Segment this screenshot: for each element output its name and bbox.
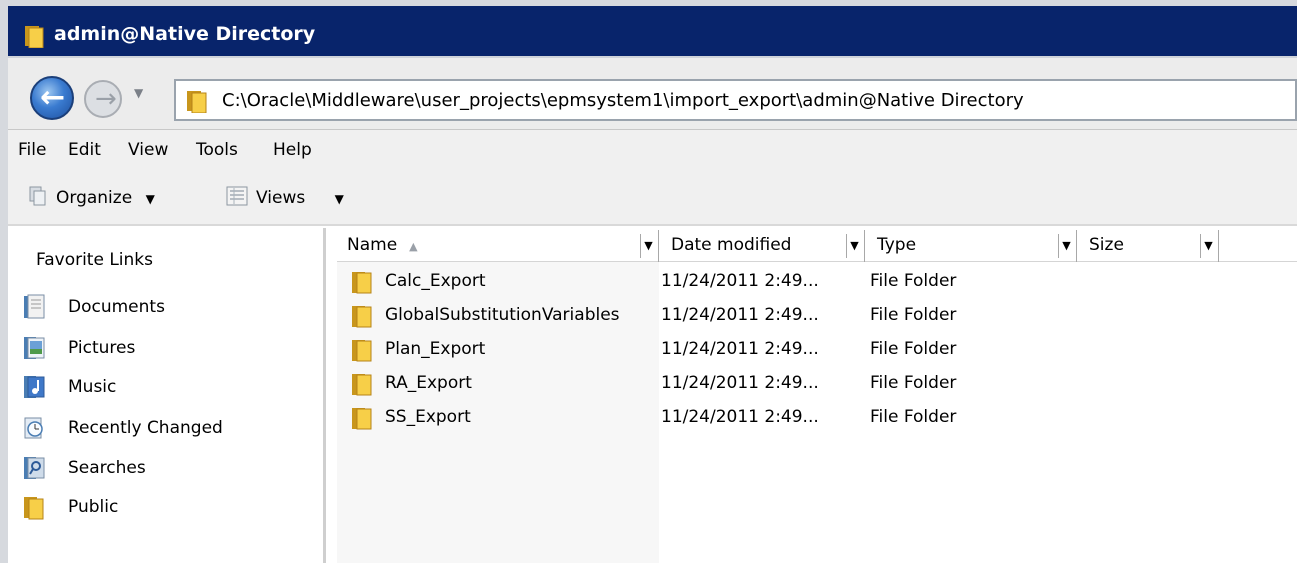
column-type-label: Type	[877, 235, 917, 255]
file-type: File Folder	[870, 373, 957, 393]
file-row[interactable]: RA_Export 11/24/2011 2:49... File Folder	[337, 367, 1037, 401]
command-bar: Organize ▼ Views ▼	[8, 170, 1297, 226]
window-frame-left	[0, 0, 8, 563]
nav-link-searches[interactable]: Searches	[22, 453, 146, 483]
nav-link-documents[interactable]: Documents	[22, 292, 165, 322]
menu-help[interactable]: Help	[273, 140, 312, 160]
file-date: 11/24/2011 2:49...	[661, 373, 819, 393]
column-header-name[interactable]: Name ▲ ▼	[337, 230, 659, 262]
file-row[interactable]: Calc_Export 11/24/2011 2:49... File Fold…	[337, 265, 1037, 299]
file-type: File Folder	[870, 271, 957, 291]
file-date: 11/24/2011 2:49...	[661, 271, 819, 291]
file-type: File Folder	[870, 305, 957, 325]
nav-link-label: Music	[68, 377, 117, 397]
views-button[interactable]: Views ▼	[226, 186, 344, 211]
searches-icon	[24, 457, 45, 479]
forward-arrow-icon: →	[95, 84, 117, 114]
back-arrow-icon: ←	[40, 80, 66, 115]
nav-link-music[interactable]: Music	[22, 372, 116, 402]
menu-view[interactable]: View	[128, 140, 168, 160]
folder-icon	[352, 408, 372, 430]
column-date-label: Date modified	[671, 235, 792, 255]
file-row[interactable]: GlobalSubstitutionVariables 11/24/2011 2…	[337, 299, 1037, 333]
forward-button[interactable]: →	[84, 80, 122, 118]
column-size-label: Size	[1089, 235, 1124, 255]
views-icon	[226, 186, 248, 211]
file-date: 11/24/2011 2:49...	[661, 305, 819, 325]
file-type: File Folder	[870, 339, 957, 359]
documents-icon	[24, 294, 45, 319]
nav-link-public[interactable]: Public	[22, 492, 118, 522]
pictures-icon	[24, 337, 45, 359]
menu-bar: File Edit View Tools Help	[8, 130, 1297, 170]
file-row[interactable]: SS_Export 11/24/2011 2:49... File Folder	[337, 401, 1037, 435]
folder-icon	[352, 340, 372, 362]
file-list: Name ▲ ▼ Date modified ▼ Type ▼ Size ▼ Ca…	[329, 228, 1297, 563]
address-path[interactable]: C:\Oracle\Middleware\user_projects\epmsy…	[222, 90, 1024, 111]
file-row[interactable]: Plan_Export 11/24/2011 2:49... File Fold…	[337, 333, 1037, 367]
recent-pages-dropdown[interactable]: ▼	[134, 86, 143, 100]
folder-icon	[24, 497, 44, 520]
file-date: 11/24/2011 2:49...	[661, 339, 819, 359]
nav-link-label: Recently Changed	[68, 418, 223, 438]
navigation-pane: Favorite Links Documents Pictures Music …	[8, 228, 326, 563]
file-name: RA_Export	[385, 373, 472, 393]
music-icon	[24, 376, 45, 398]
menu-edit[interactable]: Edit	[68, 140, 101, 160]
nav-link-pictures[interactable]: Pictures	[22, 333, 135, 363]
column-header-type[interactable]: Type ▼	[867, 230, 1077, 262]
organize-icon	[28, 186, 48, 211]
folder-icon	[352, 306, 372, 328]
organize-button[interactable]: Organize ▼	[28, 186, 155, 211]
file-name: GlobalSubstitutionVariables	[385, 305, 620, 325]
chevron-down-icon: ▼	[145, 192, 155, 206]
file-type: File Folder	[870, 407, 957, 427]
file-name: Calc_Export	[385, 271, 486, 291]
menu-tools[interactable]: Tools	[196, 140, 238, 160]
views-label: Views	[256, 188, 306, 208]
sort-ascending-icon: ▲	[409, 240, 418, 253]
chevron-down-icon[interactable]: ▼	[846, 234, 862, 258]
address-bar[interactable]: C:\Oracle\Middleware\user_projects\epmsy…	[174, 79, 1297, 121]
recently-changed-icon	[24, 417, 43, 439]
folder-icon	[24, 24, 46, 53]
nav-link-label: Documents	[68, 297, 165, 317]
folder-icon	[186, 89, 210, 118]
column-header-row: Name ▲ ▼ Date modified ▼ Type ▼ Size ▼	[337, 230, 1297, 262]
nav-link-recently-changed[interactable]: Recently Changed	[22, 413, 223, 443]
nav-link-label: Searches	[68, 458, 146, 478]
column-header-size[interactable]: Size ▼	[1079, 230, 1219, 262]
address-row: ← → ▼ C:\Oracle\Middleware\user_projects…	[8, 58, 1297, 130]
folder-icon	[352, 272, 372, 294]
chevron-down-icon: ▼	[334, 192, 344, 206]
column-header-date[interactable]: Date modified ▼	[661, 230, 865, 262]
column-name-label: Name	[347, 235, 398, 255]
window-title: admin@Native Directory	[54, 23, 316, 45]
title-bar[interactable]: admin@Native Directory	[8, 6, 1297, 58]
chevron-down-icon[interactable]: ▼	[640, 234, 656, 258]
file-name: SS_Export	[385, 407, 471, 427]
nav-link-label: Public	[68, 497, 119, 517]
nav-link-label: Pictures	[68, 338, 136, 358]
menu-file[interactable]: File	[18, 140, 46, 160]
chevron-down-icon[interactable]: ▼	[1200, 234, 1216, 258]
back-button[interactable]: ←	[30, 76, 74, 120]
file-name: Plan_Export	[385, 339, 486, 359]
favorite-links-heading: Favorite Links	[36, 250, 154, 270]
file-date: 11/24/2011 2:49...	[661, 407, 819, 427]
organize-label: Organize	[56, 188, 133, 208]
folder-icon	[352, 374, 372, 396]
chevron-down-icon[interactable]: ▼	[1058, 234, 1074, 258]
